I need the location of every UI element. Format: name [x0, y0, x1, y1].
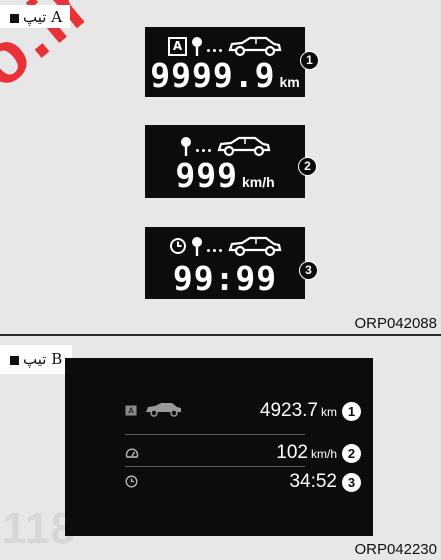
- time-value: 99:99: [172, 259, 278, 298]
- location-pin-icon: [191, 237, 202, 256]
- time-value: 34:52: [289, 471, 337, 492]
- time-row: 34:52 3: [125, 471, 361, 493]
- location-pin-icon: [180, 137, 191, 156]
- car-icon: [227, 236, 281, 257]
- speed-display: 999 km/h: [145, 125, 305, 198]
- distance-unit: km: [279, 74, 300, 90]
- clock-icon: [125, 475, 138, 488]
- type-a-tag: تیپ A: [0, 5, 71, 28]
- a-box-icon: A: [168, 36, 187, 56]
- callout-number-2: 2: [298, 157, 317, 176]
- type-b-tag: تیپ B: [0, 345, 73, 374]
- car-icon: [228, 36, 282, 57]
- svg-text:A: A: [128, 407, 134, 416]
- time-display: 99:99: [145, 227, 305, 299]
- odometer-row: A 4923.7 km 1: [125, 400, 361, 422]
- speed-row: 102 km/h 2: [125, 442, 361, 464]
- section-divider: [0, 334, 441, 336]
- row-separator: [125, 466, 305, 467]
- a-box-icon: A: [125, 405, 137, 416]
- type-b-tag-label: تیپ B: [23, 350, 63, 368]
- odometer-value: 4923.7: [259, 400, 318, 421]
- car-icon: [216, 136, 270, 157]
- square-bullet-icon: [10, 355, 19, 365]
- speed-unit: km/h: [241, 174, 275, 190]
- figure-ref-a: ORP042088: [354, 315, 437, 332]
- location-pin-icon: [192, 37, 202, 56]
- square-bullet-icon: [10, 13, 19, 23]
- car-icon: [146, 403, 181, 417]
- speed-value: 102: [276, 442, 308, 463]
- distance-display: A 9999.9 km: [145, 27, 305, 97]
- type-a-tag-label: تیپ A: [23, 8, 63, 26]
- callout-number-1: 1: [342, 401, 361, 421]
- distance-value: 9999.9: [150, 56, 276, 95]
- callout-number-1: 1: [300, 51, 319, 70]
- figure-ref-b: ORP042230: [354, 541, 437, 558]
- row-separator: [125, 434, 305, 435]
- type-b-screen: A 4923.7 km 1 102 km/h 2 34:52 3: [65, 358, 373, 536]
- clock-icon: [169, 238, 186, 254]
- odometer-unit: km: [321, 405, 337, 419]
- dots-icon: [207, 38, 222, 54]
- callout-number-3: 3: [342, 472, 361, 492]
- speed-value: 999: [175, 156, 238, 195]
- callout-number-3: 3: [299, 261, 318, 280]
- dots-icon: [206, 238, 222, 254]
- callout-number-2: 2: [342, 443, 361, 463]
- speed-unit: km/h: [310, 447, 337, 461]
- dots-icon: [195, 138, 211, 154]
- gauge-icon: [125, 448, 139, 458]
